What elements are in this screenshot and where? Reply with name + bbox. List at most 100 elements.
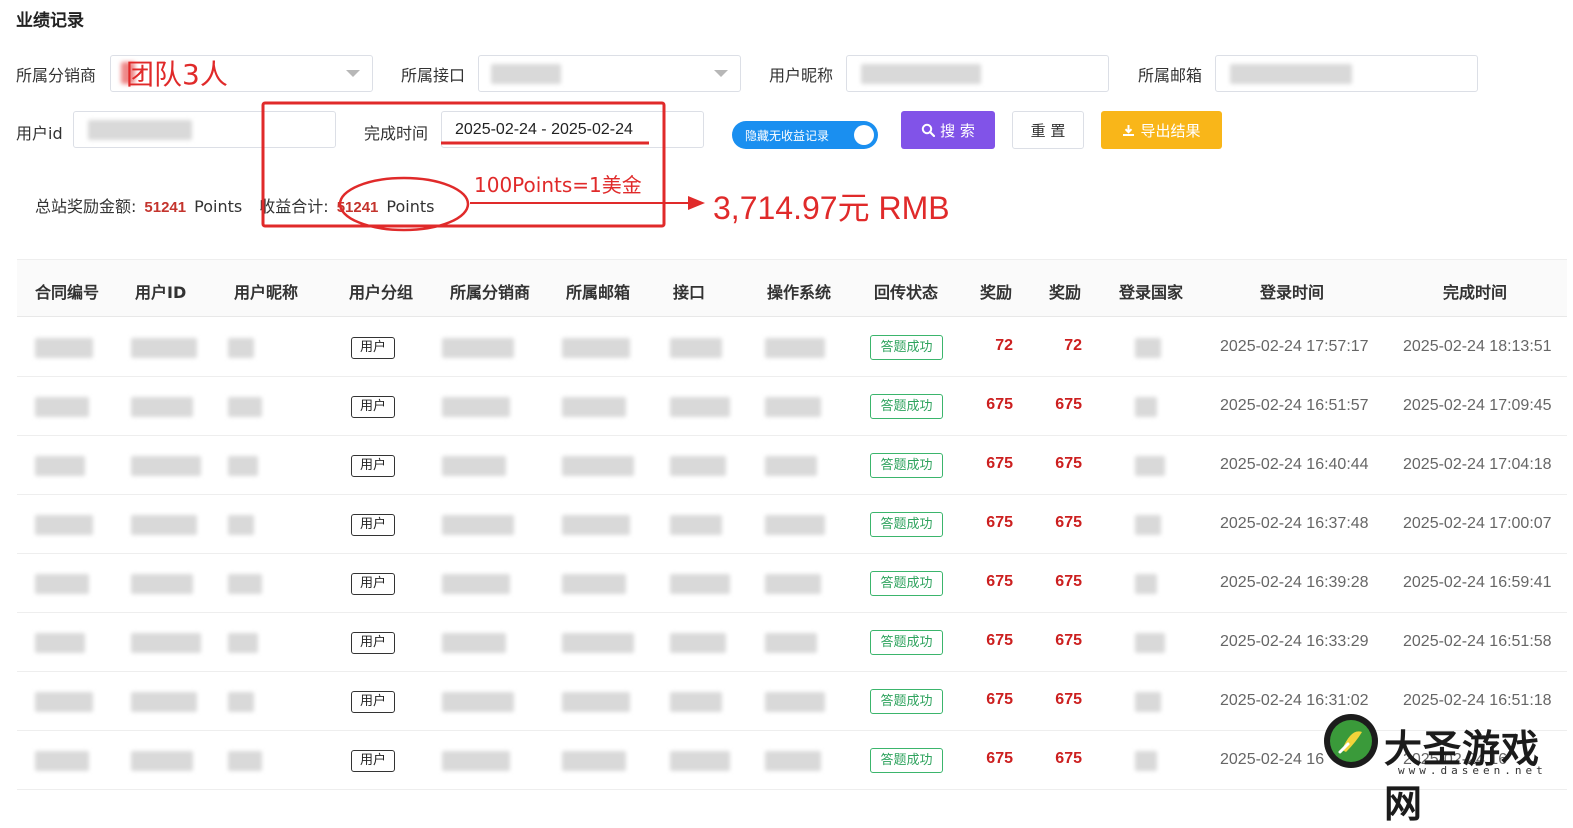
table-row: 用户 答题成功 675 675 2025-02-24 16:39:28 2025-02-2… — [17, 554, 1567, 613]
redacted-cell — [670, 692, 722, 712]
redacted-cell — [1135, 751, 1157, 771]
reward-value: 675 — [986, 455, 1013, 472]
status-badge: 答题成功 — [870, 689, 943, 714]
reward-value: 675 — [1055, 632, 1082, 649]
reward-value: 675 — [1055, 573, 1082, 590]
status-badge: 答题成功 — [870, 571, 943, 596]
status-badge: 答题成功 — [870, 630, 943, 655]
redacted-cell — [765, 515, 825, 535]
reward-value: 675 — [986, 691, 1013, 708]
th-distributor: 所属分销商 — [450, 283, 531, 302]
redacted-cell — [1135, 692, 1161, 712]
redacted-cell — [1135, 515, 1161, 535]
user-group-tag: 用户 — [351, 514, 395, 536]
redacted-cell — [35, 397, 89, 417]
redacted-cell — [131, 692, 197, 712]
table-header: 合同编号 用户ID 用户昵称 用户分组 所属分销商 所属邮箱 接口 操作系统 回… — [17, 259, 1567, 317]
th-contract-no: 合同编号 — [35, 283, 100, 302]
redacted-cell — [35, 574, 89, 594]
login-time: 2025-02-24 16:37:48 — [1220, 515, 1369, 532]
redacted-cell — [765, 456, 817, 476]
redacted-cell — [562, 751, 626, 771]
reward-value: 675 — [1055, 750, 1082, 767]
annotation-rmb: 3,714.97元 RMB — [713, 190, 950, 226]
table-row: 用户 答题成功 675 675 2025-02-24 16:33:29 2025-02-2… — [17, 613, 1567, 672]
finish-time: 2025-02-24 17:00:07 — [1403, 515, 1552, 532]
redacted-cell — [765, 397, 821, 417]
redacted-cell — [131, 751, 193, 771]
highlight-box — [261, 101, 666, 228]
user-group-tag: 用户 — [351, 396, 395, 418]
redacted-cell — [562, 633, 634, 653]
th-email: 所属邮箱 — [566, 283, 631, 302]
status-badge: 答题成功 — [870, 512, 943, 537]
redacted-cell — [228, 456, 258, 476]
redacted-cell — [765, 633, 817, 653]
user-group-tag: 用户 — [351, 632, 395, 654]
user-group-tag: 用户 — [351, 750, 395, 772]
redacted-cell — [562, 515, 630, 535]
redacted-cell — [35, 692, 93, 712]
redacted-cell — [1135, 574, 1157, 594]
th-callback-status: 回传状态 — [874, 283, 939, 302]
reward-value: 675 — [986, 632, 1013, 649]
redacted-cell — [131, 456, 201, 476]
login-time: 2025-02-24 17:57:17 — [1220, 338, 1369, 355]
redacted-cell — [442, 456, 506, 476]
reward-value: 72 — [1064, 337, 1082, 354]
redacted-cell — [442, 692, 514, 712]
redacted-cell — [1135, 456, 1165, 476]
redacted-cell — [442, 574, 510, 594]
redacted-cell — [131, 574, 193, 594]
th-os: 操作系统 — [767, 283, 832, 302]
redacted-cell — [228, 751, 262, 771]
finish-time: 2025-02-24 17:09:45 — [1403, 397, 1552, 414]
th-reward-1: 奖励 — [980, 283, 1013, 302]
reward-value: 675 — [1055, 396, 1082, 413]
site-logo-icon — [1324, 714, 1378, 768]
user-group-tag: 用户 — [351, 337, 395, 359]
redacted-cell — [35, 751, 89, 771]
th-reward-2: 奖励 — [1049, 283, 1082, 302]
redacted-cell — [1135, 633, 1165, 653]
login-time: 2025-02-24 16:31:02 — [1220, 692, 1369, 709]
redacted-cell — [35, 456, 85, 476]
annotation-rate: 100Points=1美金 — [474, 173, 642, 197]
status-badge: 答题成功 — [870, 335, 943, 360]
redacted-cell — [131, 515, 197, 535]
redacted-cell — [131, 397, 193, 417]
redacted-cell — [670, 456, 726, 476]
redacted-cell — [562, 338, 630, 358]
th-finish-time: 完成时间 — [1443, 283, 1508, 302]
redacted-cell — [562, 574, 626, 594]
table-row: 用户 答题成功 675 675 2025-02-24 16:37:48 2025-02-2… — [17, 495, 1567, 554]
reward-value: 675 — [986, 750, 1013, 767]
login-time: 2025-02-24 16:40:44 — [1220, 456, 1369, 473]
redacted-cell — [562, 456, 634, 476]
reward-value: 675 — [1055, 514, 1082, 531]
reward-value: 72 — [995, 337, 1013, 354]
income-circle — [338, 176, 470, 232]
redacted-cell — [442, 397, 510, 417]
annotation-team: 团队3人 — [126, 58, 228, 91]
redacted-cell — [765, 338, 825, 358]
redacted-cell — [1135, 397, 1157, 417]
reward-value: 675 — [986, 514, 1013, 531]
redacted-cell — [562, 397, 626, 417]
finish-time: 2025-02-24 16:51:18 — [1403, 692, 1552, 709]
redacted-cell — [131, 338, 197, 358]
redacted-cell — [228, 633, 258, 653]
redacted-cell — [131, 633, 201, 653]
redacted-cell — [35, 633, 85, 653]
watermark-url: www.daseen.net — [1398, 764, 1547, 777]
finish-time: 2025-02-24 18:13:51 — [1403, 338, 1552, 355]
redacted-cell — [442, 338, 514, 358]
reward-value: 675 — [986, 573, 1013, 590]
th-group: 用户分组 — [349, 283, 414, 302]
redacted-cell — [228, 692, 254, 712]
redacted-cell — [670, 397, 730, 417]
finish-time: 2025-02-24 16:59:41 — [1403, 574, 1552, 591]
reward-value: 675 — [986, 396, 1013, 413]
th-login-time: 登录时间 — [1260, 283, 1325, 302]
table-row: 用户 答题成功 675 675 2025-02-24 16:40:44 2025-02-2… — [17, 436, 1567, 495]
